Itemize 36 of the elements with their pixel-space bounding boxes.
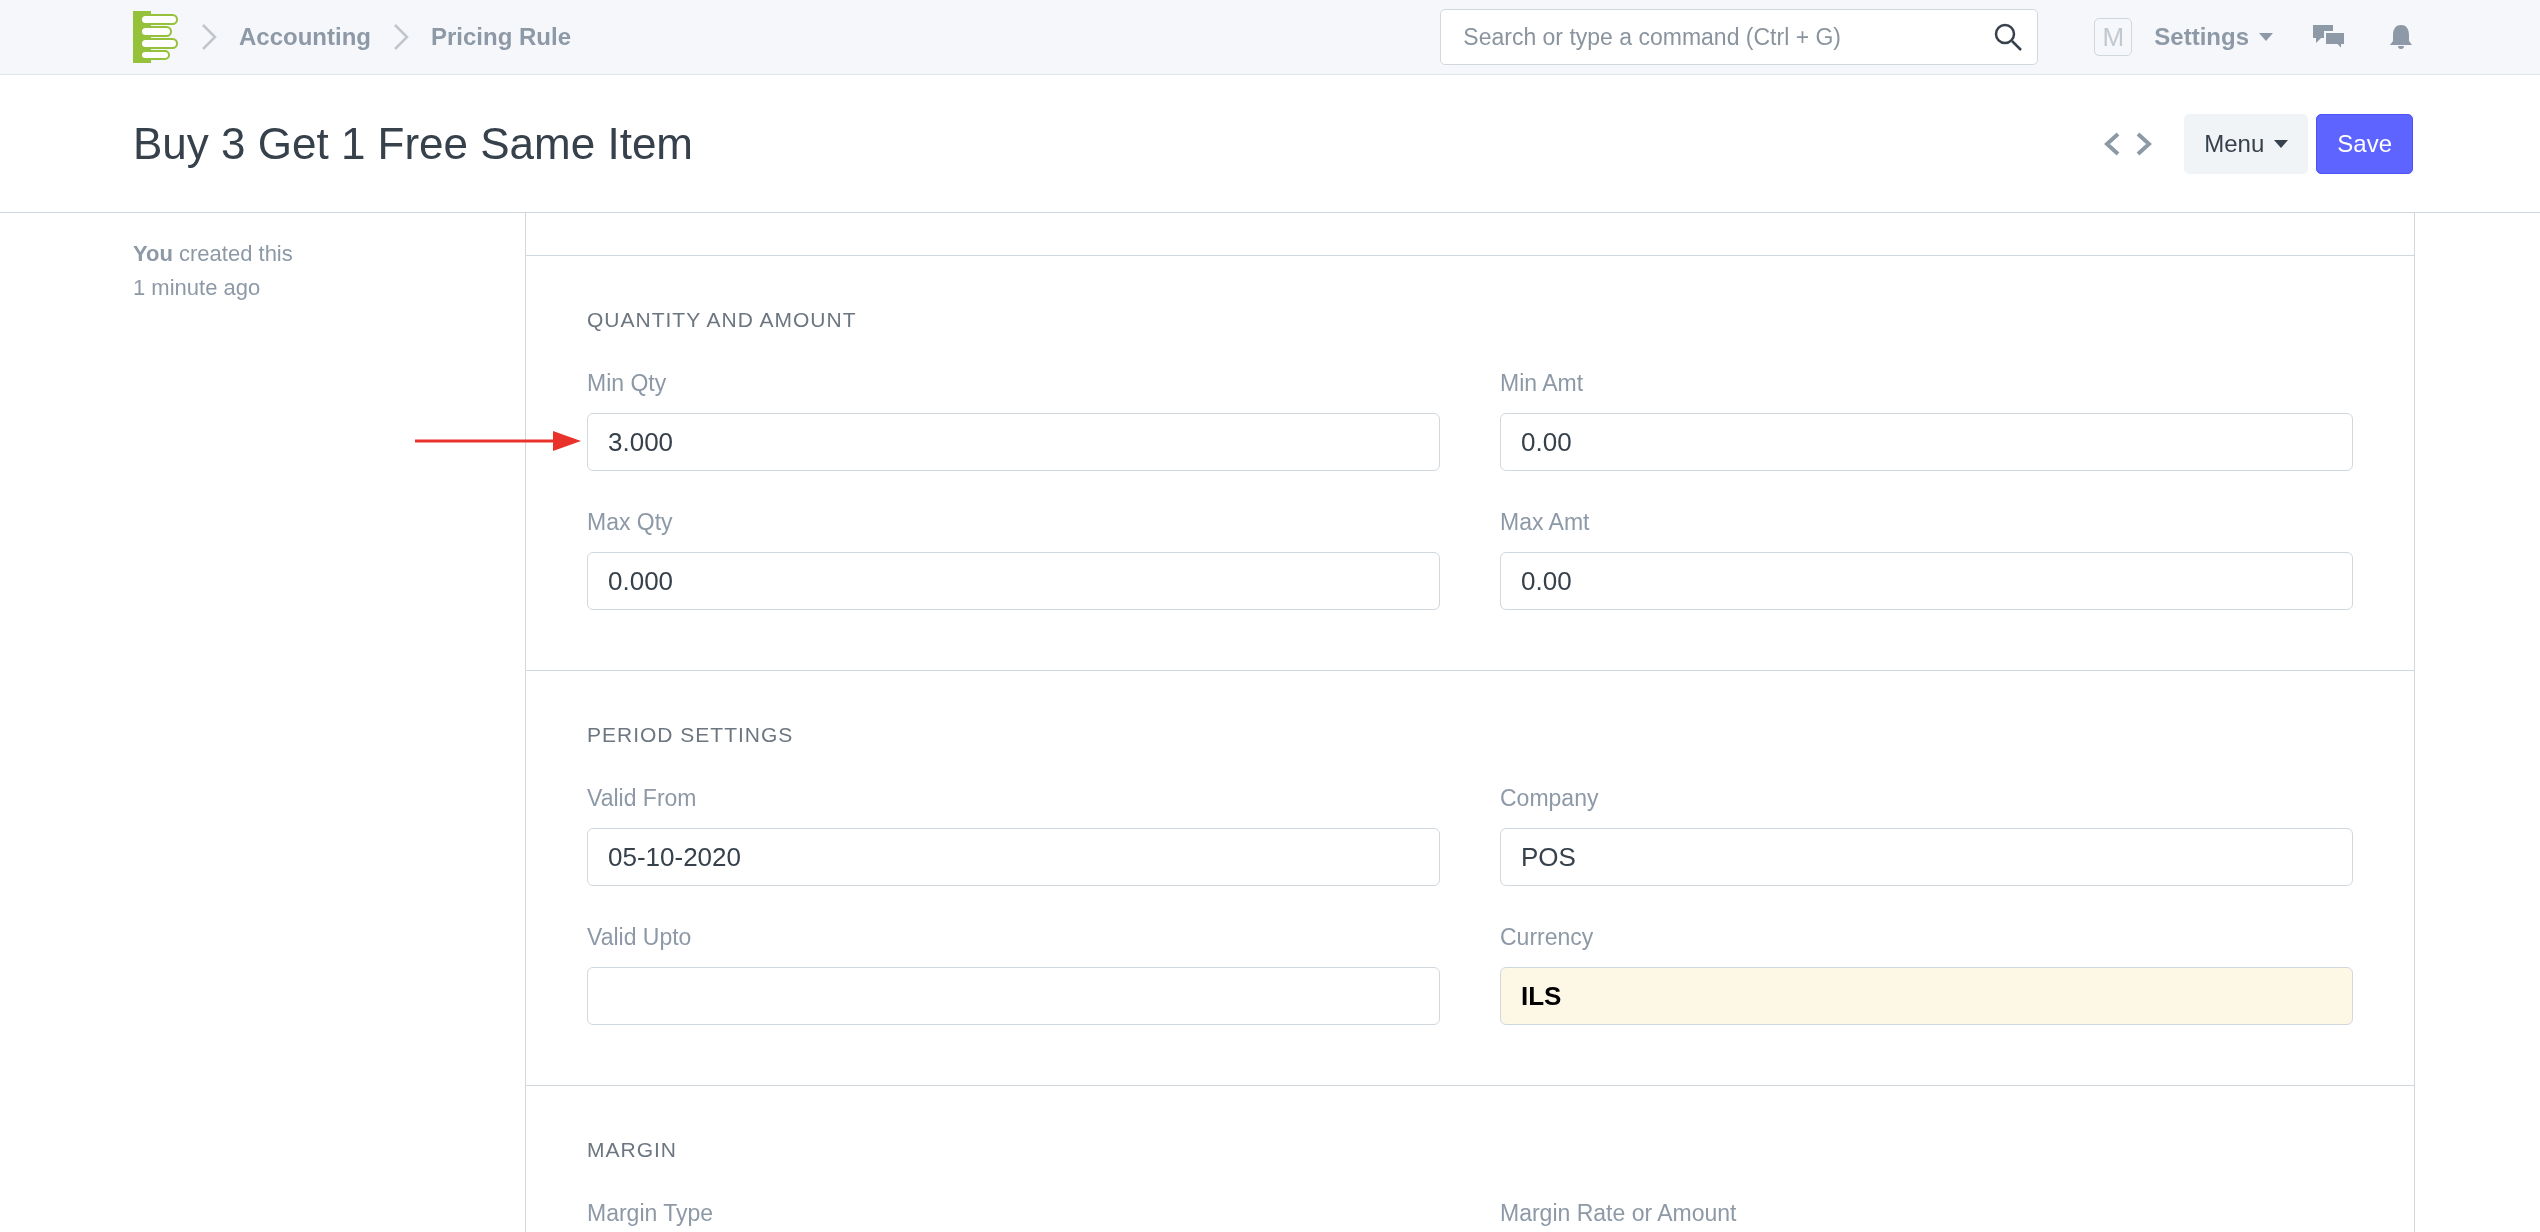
field-label: Valid Upto xyxy=(587,924,693,951)
search-field[interactable]: Search or type a command (Ctrl + G) xyxy=(1440,9,2039,65)
input-field[interactable]: 3.000 xyxy=(587,413,1440,471)
field-label: Min Qty xyxy=(587,370,668,397)
search-icon[interactable] xyxy=(1993,22,2024,52)
section-title: MARGIN xyxy=(587,1138,678,1162)
search-input[interactable]: Search or type a command (Ctrl + G) xyxy=(1461,22,1994,52)
input-field[interactable]: ILS xyxy=(1500,967,2353,1025)
input-field[interactable]: 0.000 xyxy=(587,552,1440,610)
field-label: Currency xyxy=(1500,924,1595,951)
chat-icon[interactable] xyxy=(2313,23,2345,51)
input-field[interactable]: 05-10-2020 xyxy=(587,828,1440,886)
field-label: Min Amt xyxy=(1500,370,1585,397)
input-field[interactable]: POS xyxy=(1500,828,2353,886)
field-label: Company xyxy=(1500,785,1600,812)
save-button[interactable]: Save xyxy=(2316,113,2413,174)
section-title: QUANTITY AND AMOUNT xyxy=(587,308,858,332)
field-label: Margin Rate or Amount xyxy=(1500,1200,1738,1227)
input-field[interactable]: 0.00 xyxy=(1500,552,2353,610)
field-label: Margin Type xyxy=(587,1200,715,1227)
activity-text: You created this xyxy=(133,240,294,268)
app-logo-icon[interactable] xyxy=(133,11,179,63)
activity-time: 1 minute ago xyxy=(133,274,262,302)
input-field[interactable] xyxy=(587,967,1440,1025)
section-title: PERIOD SETTINGS xyxy=(587,723,795,747)
input-field[interactable]: 0.00 xyxy=(1500,413,2353,471)
chevron-right-icon xyxy=(201,23,217,51)
caret-icon xyxy=(2274,139,2289,148)
field-label: Valid From xyxy=(587,785,698,812)
notification-bell-icon[interactable] xyxy=(2389,24,2413,50)
menu-button[interactable]: Menu xyxy=(2184,113,2309,174)
page-title: Buy 3 Get 1 Free Same Item xyxy=(133,118,694,169)
field-label: Max Qty xyxy=(587,509,674,536)
chevron-right-icon xyxy=(393,23,409,51)
field-label: Max Amt xyxy=(1500,509,1591,536)
caret-icon xyxy=(2259,33,2273,41)
